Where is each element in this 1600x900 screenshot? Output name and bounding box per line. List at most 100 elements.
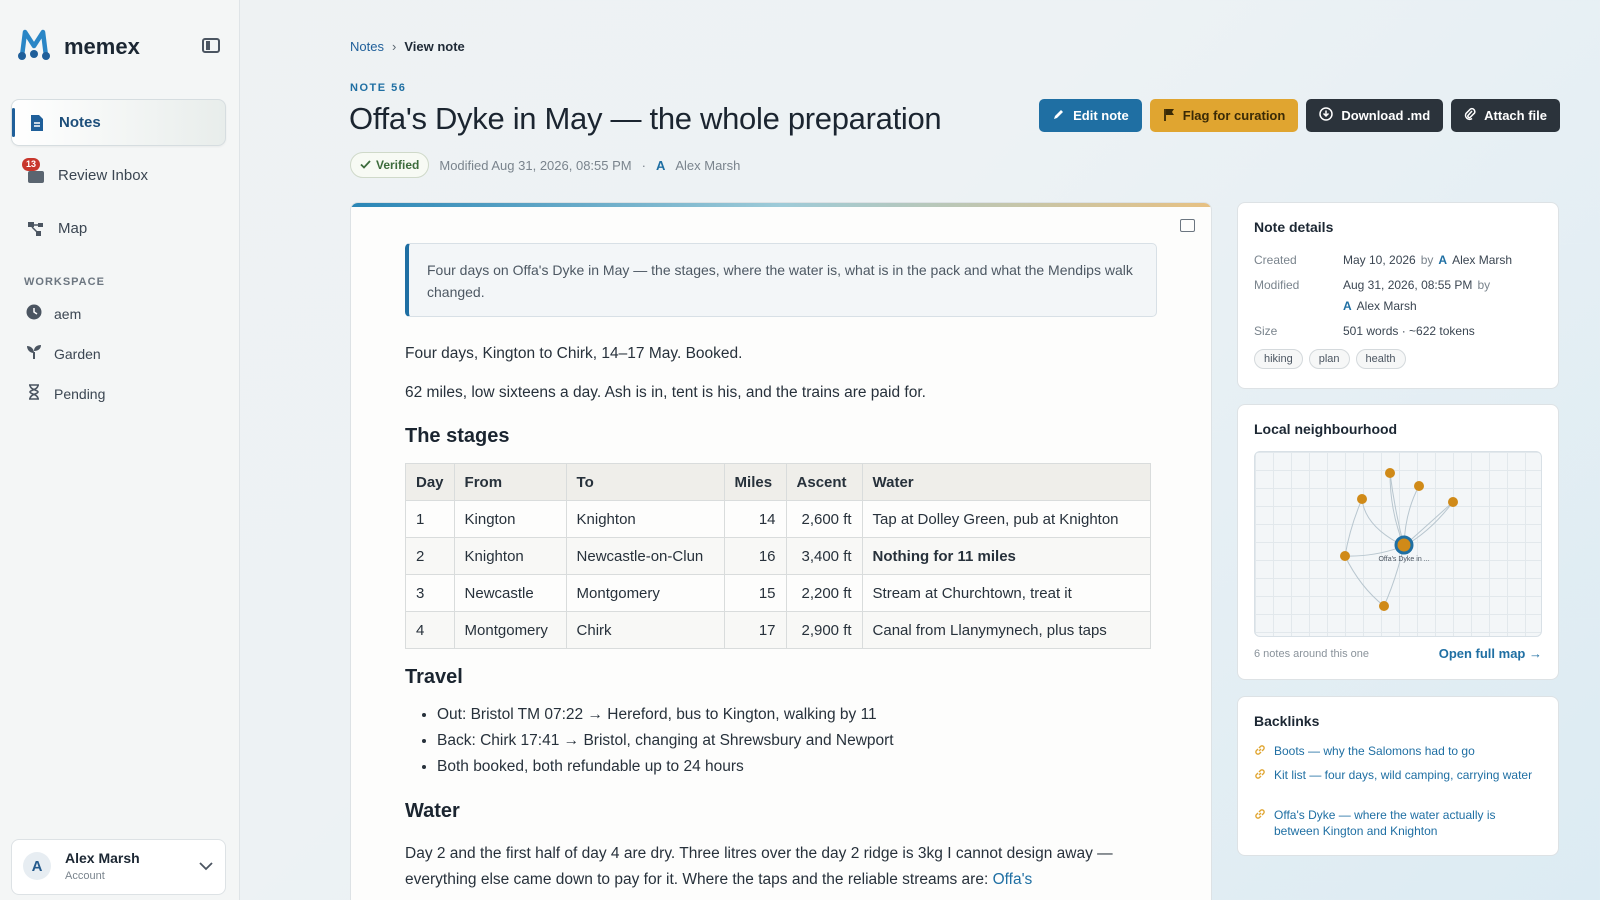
cell: 14 [723,500,787,538]
neighbourhood-panel: Local neighbourhood Offa's Dyke in ... 6… [1237,404,1559,680]
tag-chip[interactable]: plan [1308,349,1350,369]
list-item: Both booked, both refundable up to 24 ho… [437,754,894,780]
modified-date: Aug 31, 2026, 08:55 PM [1343,278,1473,292]
graph-node [1448,497,1458,507]
modified-value: Aug 31, 2026, 08:55 PM by [1343,278,1490,292]
breadcrumb-notes-link[interactable]: Notes [350,39,384,54]
by-text: by [1420,253,1434,267]
status-label: Verified [376,158,420,172]
open-full-map-link[interactable]: Open full map → [1439,646,1542,661]
size-value: 501 words · ~622 tokens [1343,324,1475,338]
note-summary: Four days on Offa's Dyke in May — the st… [405,243,1157,317]
sidebar-collapse-icon[interactable] [202,38,220,53]
graph-node [1357,494,1367,504]
note-link[interactable]: Offa's [993,871,1033,888]
cell: 2,200 ft [785,574,863,612]
cell: Montgomery [453,611,567,649]
cell: 1 [405,500,455,538]
graph-caption: 6 notes around this one [1254,648,1369,660]
edit-note-button[interactable]: Edit note [1039,99,1142,132]
breadcrumb-current: View note [404,39,465,54]
meta-dot: · [641,157,646,173]
inbox-icon: 13 [22,157,46,186]
by-text: by [1477,278,1491,292]
cell: Montgomery [565,574,725,612]
section-heading-travel: Travel [405,666,463,688]
paragraph: Four days, Kington to Chirk, 14–17 May. … [405,345,743,362]
cell: Canal from Llanymynech, plus taps [861,611,1152,649]
clock-icon [26,304,42,323]
sidebar-item-label: Review Inbox [58,167,149,184]
note-meta: Verified Modified Aug 31, 2026, 08:55 PM… [350,152,740,178]
download-md-button[interactable]: Download .md [1306,99,1444,132]
link-icon [1254,768,1266,784]
sidebar-item-notes[interactable]: Notes [11,99,226,146]
sidebar-item-map[interactable]: Map [11,205,226,252]
cell: 2,900 ft [785,611,863,649]
panel-title: Backlinks [1254,713,1320,729]
workspace-item-pending[interactable]: Pending [26,384,105,403]
account-name: Alex Marsh [65,850,140,866]
cell: Newcastle [453,574,567,612]
workspace-item-garden[interactable]: Garden [26,344,101,363]
stages-table: Day From To Miles Ascent Water 1 Kington… [405,463,1152,649]
chevron-down-icon [199,858,213,876]
attach-label: Attach file [1484,108,1547,123]
table-header-row: Day From To Miles Ascent Water [405,463,1152,501]
sidebar-item-label: Notes [59,114,101,131]
note-details-panel: Note details Created May 10, 2026 by A A… [1237,202,1559,389]
flag-for-curation-button[interactable]: Flag for curation [1149,99,1299,132]
panel-title: Local neighbourhood [1254,421,1398,437]
backlink-text: Boots — why the Salomons had to go [1274,744,1475,758]
link-icon [1254,744,1266,760]
flag-label: Flag for curation [1182,108,1286,123]
backlink-item[interactable]: Boots — why the Salomons had to go [1254,743,1544,760]
avatar: A [23,852,51,880]
column-header: To [565,463,725,501]
backlink-text: Offa's Dyke — where the water actually i… [1274,808,1496,838]
edit-note-label: Edit note [1073,108,1129,123]
section-heading-water: Water [405,800,460,822]
paperclip-icon [1464,107,1476,124]
modified-author: A Alex Marsh [1343,299,1417,313]
sidebar: memex Notes 13 Review Inbox Map WORKSPAC… [0,0,240,900]
attach-file-button[interactable]: Attach file [1451,99,1560,132]
download-label: Download .md [1341,108,1431,123]
sidebar-item-label: Map [58,220,88,237]
hourglass-icon [26,384,42,403]
reader-toggle-icon[interactable] [1180,219,1195,232]
sidebar-item-review-inbox[interactable]: 13 Review Inbox [11,152,226,199]
author-name[interactable]: Alex Marsh [675,158,740,173]
map-graph-icon [26,219,46,239]
cell: Kington [453,500,567,538]
author-initial: A [1343,299,1352,313]
cell: 2,600 ft [785,500,863,538]
graph-center-node [1394,535,1414,555]
brand[interactable]: memex [16,26,140,67]
cell: 15 [723,574,787,612]
tag-chip[interactable]: health [1355,349,1406,369]
author-name: Alex Marsh [1356,299,1417,313]
cell: 3,400 ft [785,537,863,575]
cell: Nothing for 11 miles [861,537,1152,575]
column-header: Day [405,463,455,501]
neighbourhood-graph[interactable]: Offa's Dyke in ... [1254,451,1542,637]
workspace-heading: WORKSPACE [24,276,105,288]
cell: Knighton [453,537,567,575]
tag-chip[interactable]: hiking [1254,349,1303,369]
cell: 17 [723,611,787,649]
created-label: Created [1254,253,1297,267]
author-initial: A [655,157,666,173]
table-row: 1 Kington Knighton 14 2,600 ft Tap at Do… [405,500,1152,538]
backlink-item[interactable]: Kit list — four days, wild camping, carr… [1254,767,1544,784]
table-row: 3 Newcastle Montgomery 15 2,200 ft Strea… [405,574,1152,612]
memex-logo-icon [16,26,52,67]
workspace-item-aem[interactable]: aem [26,304,81,323]
note-actions: Edit note Flag for curation Download .md… [1039,99,1560,132]
account-switcher[interactable]: A Alex Marsh Account [11,839,226,895]
cell: 4 [405,611,455,649]
cell: Knighton [565,500,725,538]
backlink-item[interactable]: Offa's Dyke — where the water actually i… [1254,807,1544,839]
column-header: Ascent [785,463,863,501]
created-date: May 10, 2026 [1343,253,1416,267]
